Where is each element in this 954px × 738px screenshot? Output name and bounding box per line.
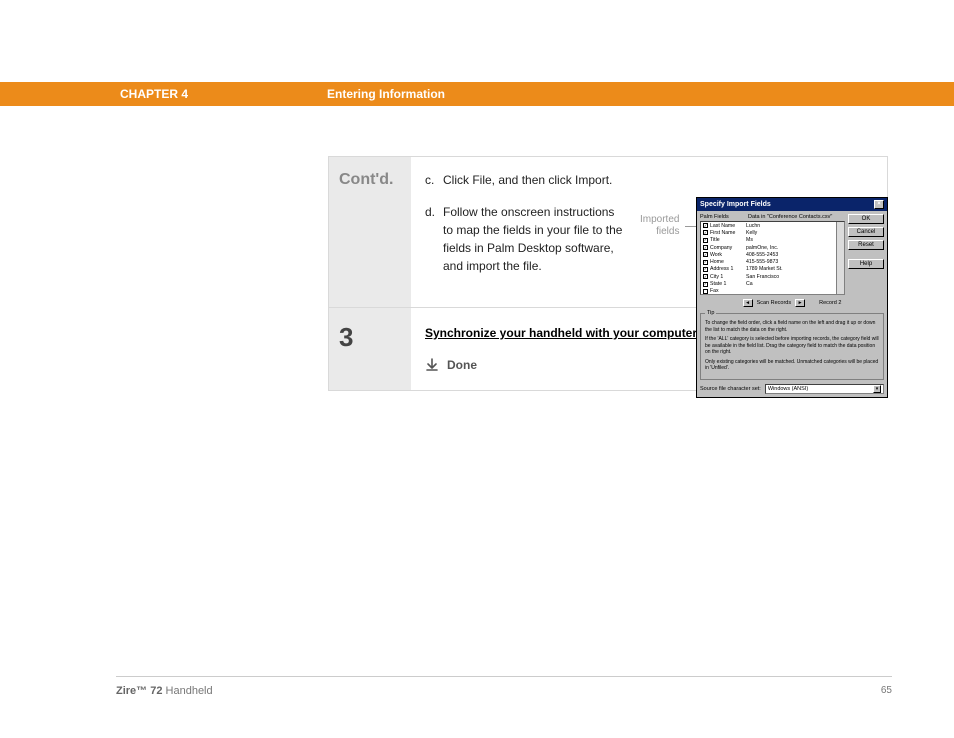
step-number-cell: 3 <box>329 308 411 390</box>
field-value: San Francisco <box>746 274 779 280</box>
field-name: Title <box>710 237 746 243</box>
product-rest: Handheld <box>162 685 212 697</box>
specify-import-fields-dialog: Specify Import Fields × Palm Fields Data… <box>696 197 888 398</box>
field-row[interactable]: ✓First NameKelly <box>701 229 844 236</box>
scan-prev-button[interactable]: ◄ <box>743 299 753 307</box>
dialog-body: Palm Fields Data in "Conference Contacts… <box>697 211 887 397</box>
scan-next-button[interactable]: ► <box>795 299 805 307</box>
ok-button[interactable]: OK <box>848 214 884 224</box>
field-name: State 1 <box>710 281 746 287</box>
field-value: Ms <box>746 237 753 243</box>
field-name: City 1 <box>710 274 746 280</box>
chapter-header: CHAPTER 4 Entering Information <box>0 82 954 106</box>
item-text: Follow the onscreen instructions to map … <box>443 203 623 275</box>
page-number: 65 <box>881 685 892 697</box>
item-text: Click File, and then click Import. <box>443 171 623 189</box>
record-counter: Record 2 <box>819 300 841 306</box>
field-value: Kelly <box>746 230 757 236</box>
field-row[interactable]: ✓CompanypalmOne, Inc. <box>701 244 844 251</box>
chapter-number: CHAPTER 4 <box>120 87 188 101</box>
field-row[interactable]: ✓Last NameLuchn <box>701 222 844 229</box>
done-label: Done <box>447 358 477 372</box>
field-value: Luchn <box>746 223 760 229</box>
cancel-button[interactable]: Cancel <box>848 227 884 237</box>
field-name: Work <box>710 252 746 258</box>
scan-records-row: ◄ Scan Records ► Record 2 <box>700 299 884 307</box>
field-value: 1789 Market St. <box>746 266 783 272</box>
field-row[interactable]: ✓TitleMs <box>701 237 844 244</box>
charset-row: Source file character set: Windows (ANSI… <box>700 384 884 394</box>
field-row[interactable]: ✓Address 11789 Market St. <box>701 266 844 273</box>
field-checkbox[interactable]: ✓ <box>703 274 708 279</box>
dialog-buttons: OK Cancel Reset Help <box>848 214 884 295</box>
item-letter: d. <box>425 203 443 275</box>
charset-value: Windows (ANSI) <box>768 386 808 392</box>
scrollbar[interactable] <box>836 222 844 294</box>
field-value: 408-555-2453 <box>746 252 778 258</box>
close-icon[interactable]: × <box>874 200 884 209</box>
tip-text: If the 'ALL' category is selected before… <box>705 336 879 356</box>
contd-label: Cont'd. <box>339 171 393 188</box>
help-button[interactable]: Help <box>848 259 884 269</box>
field-value: Ca <box>746 281 753 287</box>
tip-label: Tip <box>705 310 716 317</box>
field-name: Last Name <box>710 223 746 229</box>
fields-column: Palm Fields Data in "Conference Contacts… <box>700 214 845 295</box>
field-name: Company <box>710 245 746 251</box>
fields-header: Palm Fields Data in "Conference Contacts… <box>700 214 845 220</box>
item-letter: c. <box>425 171 443 189</box>
field-checkbox[interactable]: ✓ <box>703 223 708 228</box>
charset-label: Source file character set: <box>700 386 761 392</box>
tip-text: Only existing categories will be matched… <box>705 359 879 372</box>
field-row[interactable]: ✓City 1San Francisco <box>701 273 844 280</box>
field-checkbox[interactable]: ✓ <box>703 245 708 250</box>
field-row[interactable]: ✓State 1Ca <box>701 280 844 287</box>
dialog-title: Specify Import Fields <box>700 201 771 208</box>
fields-listbox[interactable]: ✓Last NameLuchn✓First NameKelly✓TitleMs✓… <box>700 221 845 295</box>
done-arrow-icon <box>425 358 439 372</box>
field-checkbox[interactable]: ✓ <box>703 282 708 287</box>
field-checkbox[interactable]: ✓ <box>703 267 708 272</box>
field-value: palmOne, Inc. <box>746 245 778 251</box>
scan-records-label: Scan Records <box>757 300 792 306</box>
field-name: Address 1 <box>710 266 746 272</box>
field-checkbox[interactable]: ✓ <box>703 260 708 265</box>
field-checkbox[interactable]: ✓ <box>703 238 708 243</box>
reset-button[interactable]: Reset <box>848 240 884 250</box>
field-checkbox[interactable]: ✓ <box>703 230 708 235</box>
list-item: c. Click File, and then click Import. <box>425 171 873 189</box>
charset-dropdown[interactable]: Windows (ANSI) ▾ <box>765 384 884 394</box>
dialog-titlebar: Specify Import Fields × <box>697 198 887 211</box>
field-name: Home <box>710 259 746 265</box>
field-row[interactable]: ✓Work408-555-2453 <box>701 251 844 258</box>
field-value: 415-555-9873 <box>746 259 778 265</box>
header-data-in: Data in "Conference Contacts.csv" <box>748 214 832 220</box>
product-name: Zire™ 72 Handheld <box>116 685 213 697</box>
page-footer: Zire™ 72 Handheld 65 <box>116 676 892 697</box>
tip-groupbox: Tip To change the field order, click a f… <box>700 313 884 380</box>
field-name: First Name <box>710 230 746 236</box>
callout-imported-fields: Imported fields <box>640 214 679 238</box>
step-label: Cont'd. <box>329 157 411 307</box>
chapter-title: Entering Information <box>327 87 445 101</box>
field-checkbox[interactable] <box>703 289 708 294</box>
header-palm-fields: Palm Fields <box>700 214 748 220</box>
step-number: 3 <box>339 322 353 352</box>
product-bold: Zire™ 72 <box>116 685 162 697</box>
tip-text: To change the field order, click a field… <box>705 320 879 333</box>
dropdown-arrow-icon: ▾ <box>873 385 881 393</box>
field-row[interactable]: Fax <box>701 288 844 295</box>
field-name: Fax <box>710 288 746 294</box>
field-row[interactable]: ✓Home415-555-9873 <box>701 258 844 265</box>
field-checkbox[interactable]: ✓ <box>703 252 708 257</box>
sync-link[interactable]: Synchronize your handheld with your comp… <box>425 326 700 340</box>
